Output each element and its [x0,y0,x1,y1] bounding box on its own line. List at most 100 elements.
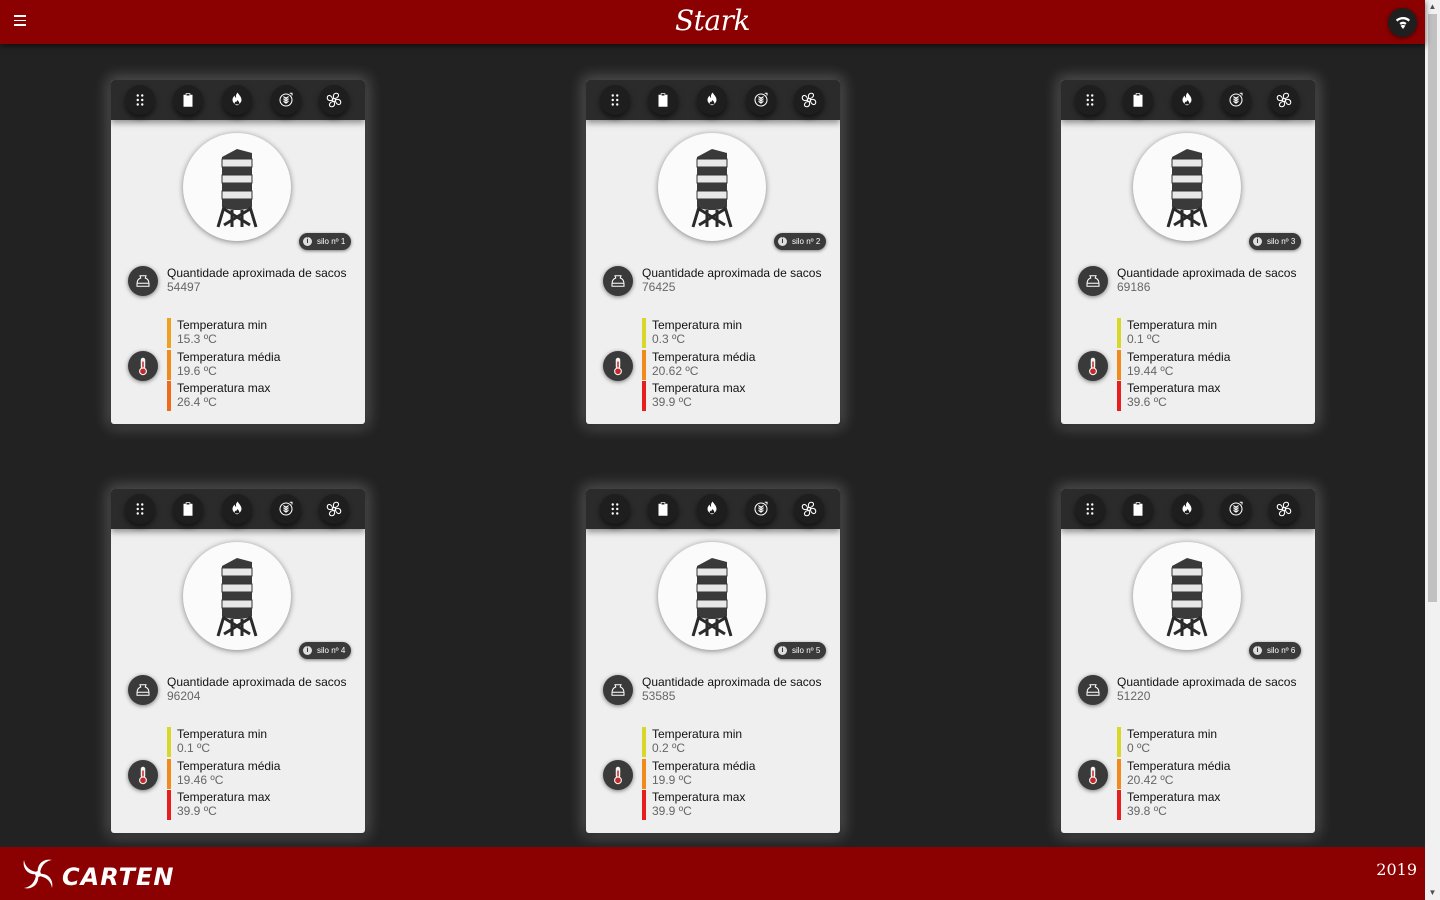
flame-icon[interactable] [1172,494,1202,524]
bags-value: 54497 [167,280,201,294]
silo-avatar[interactable] [658,542,766,650]
silo-avatar[interactable] [183,133,291,241]
bags-value: 53585 [642,689,676,703]
silo-icon [1166,558,1208,637]
bags-icon [128,266,158,296]
silo-badge-label: silo nº 5 [792,646,821,655]
flame-icon[interactable] [222,494,252,524]
scroll-thumb[interactable] [1428,14,1437,602]
temp-max-label: Temperatura max [1127,790,1221,804]
scroll-down-arrow-icon[interactable]: ▼ [1425,886,1440,900]
clipboard-icon[interactable] [1123,494,1153,524]
silo-toolbar [1061,489,1315,529]
temp-avg-row: Temperatura média 19.6 ºC [167,350,347,380]
temp-max-row: Temperatura max 39.9 ºC [642,790,822,820]
grid-icon[interactable] [1075,85,1105,115]
temp-min-label: Temperatura min [1127,727,1218,741]
temp-min-row: Temperatura min 0.1 ºC [167,727,347,757]
footer-brand: CARTEN [62,863,175,891]
fan-icon[interactable] [1269,494,1299,524]
temp-max-value: 39.9 ºC [177,804,217,818]
silo-badge-label: silo nº 2 [792,237,821,246]
vertical-scrollbar[interactable]: ▲ ▼ [1425,0,1440,900]
bags-label: Quantidade aproximada de sacos [642,266,822,280]
fan-icon[interactable] [794,494,824,524]
temp-avg-value: 19.44 ºC [1127,364,1174,378]
silo-badge[interactable]: i silo nº 2 [774,233,827,250]
temp-max-value: 39.9 ºC [652,804,692,818]
thermometer-icon [603,351,633,381]
silo-avatar[interactable] [1133,542,1241,650]
clipboard-icon[interactable] [173,85,203,115]
flame-icon[interactable] [222,85,252,115]
bags-label: Quantidade aproximada de sacos [642,675,822,689]
grain-aeration-icon[interactable] [746,85,776,115]
temp-avg-row: Temperatura média 19.46 ºC [167,759,347,789]
bags-icon [1078,266,1108,296]
scroll-up-arrow-icon[interactable]: ▲ [1425,0,1440,14]
clipboard-icon[interactable] [173,494,203,524]
grain-aeration-icon[interactable] [271,494,301,524]
silo-card: i silo nº 2 Quantidade aproximada de saco… [586,80,840,424]
info-icon: i [303,646,312,655]
silo-badge[interactable]: i silo nº 6 [1249,642,1302,659]
silo-badge[interactable]: i silo nº 1 [299,233,352,250]
silo-badge[interactable]: i silo nº 4 [299,642,352,659]
fan-icon[interactable] [1269,85,1299,115]
temp-avg-label: Temperatura média [1127,759,1231,773]
grid-icon[interactable] [600,494,630,524]
bags-value: 96204 [167,689,201,703]
fan-icon[interactable] [319,494,349,524]
temp-max-row: Temperatura max 26.4 ºC [167,381,347,411]
silo-avatar[interactable] [183,542,291,650]
grid-icon[interactable] [125,494,155,524]
temp-min-label: Temperatura min [177,318,268,332]
fan-icon[interactable] [794,85,824,115]
silo-badge-label: silo nº 6 [1267,646,1296,655]
temp-min-value: 0.3 ºC [652,332,686,346]
silo-badge[interactable]: i silo nº 3 [1249,233,1302,250]
wifi-icon[interactable] [1388,8,1417,37]
silo-badge-label: silo nº 4 [317,646,346,655]
grid-icon[interactable] [600,85,630,115]
silo-avatar[interactable] [658,133,766,241]
grid-icon[interactable] [125,85,155,115]
flame-icon[interactable] [697,494,727,524]
temp-max-label: Temperatura max [177,790,271,804]
fan-icon[interactable] [319,85,349,115]
grain-aeration-icon[interactable] [271,85,301,115]
grain-aeration-icon[interactable] [1221,494,1251,524]
bags-label: Quantidade aproximada de sacos [167,266,347,280]
clipboard-icon[interactable] [648,494,678,524]
carten-logo-icon [23,859,53,889]
flame-icon[interactable] [697,85,727,115]
temp-avg-label: Temperatura média [652,350,756,364]
flame-icon[interactable] [1172,85,1202,115]
bags-icon [128,675,158,705]
silo-toolbar [1061,80,1315,120]
info-icon: i [778,237,787,246]
temp-avg-row: Temperatura média 20.42 ºC [1117,759,1297,789]
grid-icon[interactable] [1075,494,1105,524]
temp-max-label: Temperatura max [652,381,746,395]
temp-min-label: Temperatura min [177,727,268,741]
temp-max-label: Temperatura max [1127,381,1221,395]
silo-toolbar [586,80,840,120]
bags-label: Quantidade aproximada de sacos [1117,675,1297,689]
grain-aeration-icon[interactable] [746,494,776,524]
temp-min-value: 0.2 ºC [652,741,686,755]
bags-value: 51220 [1117,689,1151,703]
temp-min-value: 0.1 ºC [1127,332,1161,346]
clipboard-icon[interactable] [1123,85,1153,115]
footer-year: 2019 [1376,860,1417,879]
thermometer-icon [128,760,158,790]
bags-icon [1078,675,1108,705]
silo-badge[interactable]: i silo nº 5 [774,642,827,659]
temp-min-label: Temperatura min [652,727,743,741]
silo-avatar[interactable] [1133,133,1241,241]
thermometer-icon [1078,351,1108,381]
silo-icon [1166,149,1208,228]
grain-aeration-icon[interactable] [1221,85,1251,115]
clipboard-icon[interactable] [648,85,678,115]
silo-badge-label: silo nº 3 [1267,237,1296,246]
